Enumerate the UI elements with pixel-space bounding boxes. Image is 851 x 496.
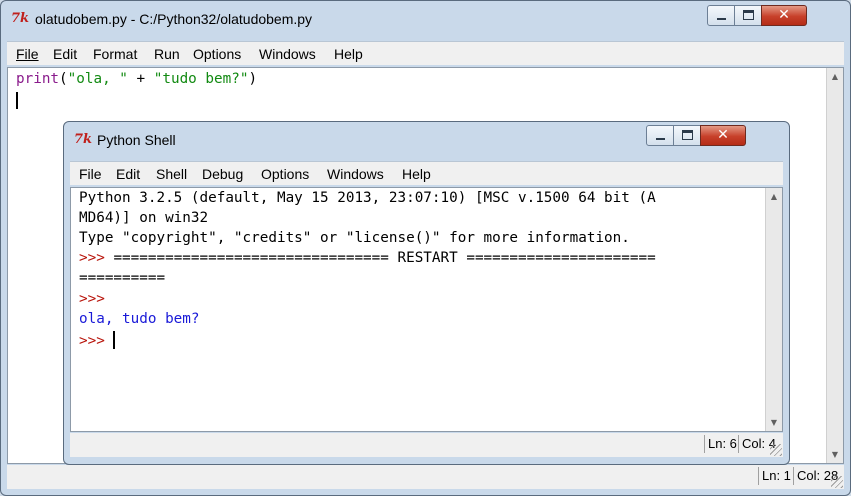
close-icon: ✕: [717, 127, 729, 143]
shell-vertical-scrollbar[interactable]: ▲ ▼: [765, 188, 782, 431]
menu-run[interactable]: Run: [154, 46, 180, 62]
menu-help[interactable]: Help: [402, 166, 431, 182]
idle-logo-icon: 7k: [11, 11, 30, 26]
editor-maximize-button[interactable]: [734, 5, 762, 26]
shell-input-line[interactable]: >>>: [79, 331, 116, 349]
menu-help[interactable]: Help: [334, 46, 363, 62]
resize-grip-icon[interactable]: [831, 476, 843, 488]
scroll-up-icon[interactable]: ▲: [827, 68, 843, 85]
editor-close-button[interactable]: ✕: [761, 5, 807, 26]
editor-statusbar: Ln: 1 Col: 28: [7, 465, 844, 489]
shell-banner-line-3: Type "copyright", "credits" or "license(…: [79, 230, 630, 246]
shell-prompt: >>>: [79, 291, 105, 307]
editor-menubar: File Edit Format Run Options Windows Hel…: [7, 41, 844, 65]
editor-code-line: print("ola, " + "tudo bem?"): [16, 71, 258, 87]
shell-menubar: File Edit Shell Debug Options Windows He…: [70, 161, 783, 185]
shell-title: Python Shell: [97, 132, 176, 148]
scroll-down-icon[interactable]: ▼: [766, 414, 782, 431]
menu-shell[interactable]: Shell: [156, 166, 187, 182]
menu-windows[interactable]: Windows: [259, 46, 316, 62]
editor-title: olatudobem.py - C:/Python32/olatudobem.p…: [35, 11, 313, 27]
editor-status-line: Ln: 1: [758, 467, 791, 485]
editor-titlebar[interactable]: 7k olatudobem.py - C:/Python32/olatudobe…: [1, 1, 850, 37]
scroll-up-icon[interactable]: ▲: [766, 188, 782, 205]
menu-edit[interactable]: Edit: [53, 46, 77, 62]
menu-format[interactable]: Format: [93, 46, 137, 62]
shell-output-line: ola, tudo bem?: [79, 311, 200, 327]
minimize-icon: [656, 138, 665, 140]
scroll-down-icon[interactable]: ▼: [827, 446, 843, 463]
menu-options[interactable]: Options: [261, 166, 309, 182]
shell-restart-line-cont: ==========: [79, 270, 166, 286]
menu-file[interactable]: File: [16, 46, 39, 62]
shell-maximize-button[interactable]: [673, 125, 701, 146]
shell-text-cursor: [113, 331, 116, 349]
maximize-icon: [682, 130, 693, 140]
menu-file[interactable]: File: [79, 166, 102, 182]
shell-close-button[interactable]: ✕: [700, 125, 746, 146]
shell-restart-line: >>> ================================ RES…: [79, 250, 656, 266]
shell-status-line: Ln: 6: [704, 435, 737, 453]
idle-logo-icon: 7k: [74, 132, 93, 147]
menu-edit[interactable]: Edit: [116, 166, 140, 182]
shell-text-area[interactable]: Python 3.2.5 (default, May 15 2013, 23:0…: [70, 187, 783, 432]
shell-window: 7k Python Shell ✕ File Edit Shell Debug …: [63, 121, 790, 465]
editor-text-cursor: [16, 92, 18, 109]
shell-banner-line-1: Python 3.2.5 (default, May 15 2013, 23:0…: [79, 190, 656, 206]
shell-banner-line-2: MD64)] on win32: [79, 210, 209, 226]
shell-statusbar: Ln: 6 Col: 4: [70, 433, 783, 457]
editor-minimize-button[interactable]: [707, 5, 735, 26]
editor-vertical-scrollbar[interactable]: ▲ ▼: [826, 68, 843, 463]
resize-grip-icon[interactable]: [770, 444, 782, 456]
close-icon: ✕: [778, 7, 790, 23]
menu-options[interactable]: Options: [193, 46, 241, 62]
menu-debug[interactable]: Debug: [202, 166, 243, 182]
shell-titlebar[interactable]: 7k Python Shell ✕: [64, 122, 789, 158]
maximize-icon: [743, 10, 754, 20]
shell-minimize-button[interactable]: [646, 125, 674, 146]
menu-windows[interactable]: Windows: [327, 166, 384, 182]
minimize-icon: [717, 18, 726, 20]
